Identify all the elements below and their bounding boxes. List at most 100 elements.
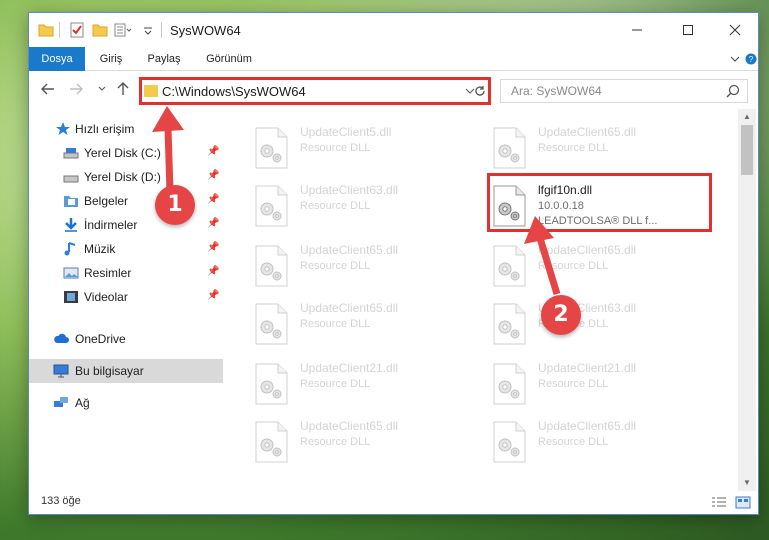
file-tile[interactable]: UpdateClient65.dll Resource DLL: [249, 297, 479, 355]
scroll-down-arrow[interactable]: ▼: [742, 478, 752, 488]
file-name: UpdateClient65.dll: [538, 125, 637, 139]
sidebar-item-downloads[interactable]: İndirmeler 📌: [29, 213, 223, 237]
sidebar-item-this-pc[interactable]: Bu bilgisayar: [29, 359, 223, 383]
help-icon: ?: [745, 53, 757, 65]
videos-icon: [64, 291, 78, 303]
maximize-icon: [683, 25, 693, 35]
search-placeholder: Ara: SysWOW64: [511, 84, 602, 98]
dll-file-icon: [491, 245, 527, 287]
maximize-button[interactable]: [665, 13, 711, 47]
file-name: UpdateClient63.dll: [300, 183, 399, 197]
sidebar-item-label: İndirmeler: [84, 218, 138, 232]
sidebar-item-label: Belgeler: [84, 194, 129, 208]
title-bar: SysWOW64: [29, 13, 758, 47]
up-button[interactable]: [114, 80, 132, 98]
documents-icon: [64, 196, 78, 207]
arrow-left-icon: [41, 83, 54, 95]
pin-icon: 📌: [207, 170, 220, 181]
network-icon: [54, 397, 68, 407]
scroll-up-arrow[interactable]: ▲: [742, 112, 752, 122]
tab-home[interactable]: Giriş: [89, 47, 133, 71]
file-tile[interactable]: UpdateClient63.dllResource DLL: [487, 297, 717, 355]
star-icon: [56, 122, 70, 135]
file-name: UpdateClient65.dll: [300, 301, 399, 315]
large-icons-view-icon[interactable]: [735, 496, 751, 509]
view-options-icon[interactable]: [114, 22, 132, 38]
dll-file-icon: [253, 127, 289, 169]
back-button[interactable]: [39, 80, 57, 98]
sidebar-item-label: Bu bilgisayar: [75, 364, 144, 378]
tab-view[interactable]: Görünüm: [195, 47, 263, 71]
sidebar-item-pictures[interactable]: Resimler 📌: [29, 261, 223, 285]
sidebar-item-videos[interactable]: Videolar 📌: [29, 285, 223, 309]
ribbon-tabs: Dosya Giriş Paylaş Görünüm ?: [29, 47, 758, 71]
help-button[interactable]: ?: [745, 51, 757, 67]
expand-ribbon-button[interactable]: [727, 51, 743, 67]
folder-icon: [38, 24, 54, 37]
sidebar-item-label: Yerel Disk (C:): [84, 146, 161, 160]
svg-text:?: ?: [749, 55, 754, 64]
file-tile[interactable]: UpdateClient5.dll Resource DLL: [249, 121, 479, 179]
sidebar-item-network[interactable]: Ağ: [29, 391, 223, 415]
pin-icon: 📌: [207, 194, 220, 205]
file-type: Resource DLL: [300, 260, 371, 272]
forward-button[interactable]: [67, 80, 85, 98]
toolbar-divider: [161, 22, 162, 38]
arrow-up-icon: [117, 82, 129, 95]
dll-file-icon: [491, 363, 527, 405]
new-folder-icon[interactable]: [92, 22, 108, 38]
file-type: Resource DLL: [538, 142, 609, 154]
dll-file-icon: [491, 303, 527, 345]
file-tile[interactable]: UpdateClient65.dll Resource DLL: [487, 415, 717, 473]
sidebar-item-onedrive[interactable]: OneDrive: [29, 327, 223, 351]
sidebar-item-label: Müzik: [84, 242, 116, 256]
chevron-down-icon: [98, 86, 106, 91]
status-bar: 133 öğe: [29, 491, 758, 514]
sidebar-item-label: Hızlı erişim: [75, 122, 135, 136]
file-tile[interactable]: UpdateClient65.dll Resource DLL: [249, 415, 479, 473]
dll-file-icon: [253, 363, 289, 405]
file-type: Resource DLL: [300, 436, 371, 448]
tab-share[interactable]: Paylaş: [137, 47, 191, 71]
customize-toolbar-icon[interactable]: [142, 22, 154, 38]
minimize-button[interactable]: [614, 13, 660, 47]
file-list: UpdateClient5.dll Resource DLL UpdateClien…: [225, 109, 738, 491]
scrollbar-thumb[interactable]: [741, 125, 753, 175]
close-button[interactable]: [712, 13, 758, 47]
sidebar-item-music[interactable]: Müzik 📌: [29, 237, 223, 261]
sidebar-item-label: Ağ: [75, 396, 90, 410]
close-icon: [729, 24, 741, 36]
sidebar-item-drive-c[interactable]: Yerel Disk (C:) 📌: [29, 141, 223, 165]
dll-file-icon: [491, 127, 527, 169]
file-tile[interactable]: UpdateClient21.dll Resource DLL: [487, 357, 717, 415]
properties-icon[interactable]: [69, 22, 85, 38]
file-tile[interactable]: UpdateClient21.dll Resource DLL: [249, 357, 479, 415]
vertical-scrollbar[interactable]: ▲ ▼: [738, 109, 756, 491]
file-tile[interactable]: UpdateClient63.dllResource DLL: [249, 179, 479, 237]
file-tile[interactable]: UpdateClient65.dll Resource DLL: [487, 239, 717, 297]
search-icon: [726, 84, 740, 98]
drive-icon: [63, 175, 79, 183]
sidebar-item-label: Yerel Disk (D:): [84, 170, 161, 184]
file-tile[interactable]: UpdateClient65.dll Resource DLL: [249, 239, 479, 297]
address-highlight-box: [139, 77, 491, 105]
recent-locations-button[interactable]: [93, 80, 111, 98]
sidebar-item-quick-access[interactable]: Hızlı erişim: [29, 117, 223, 141]
file-name: UpdateClient65.dll: [300, 243, 399, 257]
file-tile[interactable]: UpdateClient65.dll Resource DLL: [487, 121, 717, 179]
file-type: Resource DLL: [538, 260, 609, 272]
file-name: UpdateClient65.dll: [538, 243, 637, 257]
computer-icon: [53, 364, 69, 378]
pin-icon: 📌: [207, 290, 220, 301]
explorer-window: SysWOW64 Dosya Giriş Paylaş Görünüm ? C:…: [28, 12, 759, 515]
tab-file[interactable]: Dosya: [29, 47, 85, 71]
pin-icon: 📌: [207, 266, 220, 277]
search-box[interactable]: Ara: SysWOW64: [500, 79, 748, 103]
navigation-pane: Hızlı erişim Yerel Disk (C:) 📌 Yerel Dis…: [29, 109, 223, 491]
dll-file-icon: [253, 245, 289, 287]
sidebar-item-drive-d[interactable]: Yerel Disk (D:) 📌: [29, 165, 223, 189]
file-name: UpdateClient21.dll: [300, 361, 399, 375]
minimize-icon: [632, 29, 642, 31]
details-view-icon[interactable]: [711, 496, 727, 509]
file-type: Resource DLL: [538, 436, 609, 448]
